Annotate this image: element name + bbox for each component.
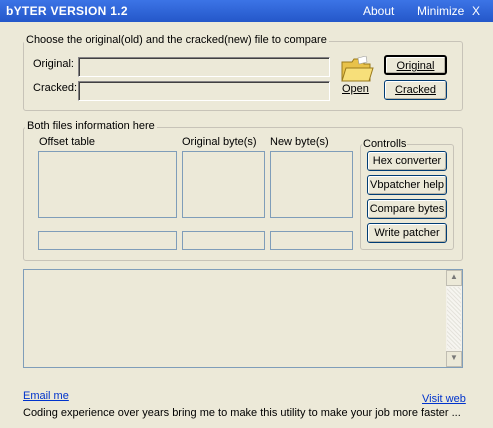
write-patcher-button[interactable]: Write patcher <box>367 223 447 243</box>
vbpatcher-help-button[interactable]: Vbpatcher help <box>367 175 447 195</box>
scroll-down-arrow-icon[interactable]: ▼ <box>446 351 462 367</box>
original-bytes-list[interactable] <box>182 151 265 218</box>
original-label: Original: <box>33 58 74 70</box>
scroll-track[interactable] <box>447 287 461 349</box>
cracked-field[interactable] <box>78 81 330 101</box>
open-label: Open <box>342 83 369 95</box>
cracked-label: Cracked: <box>33 82 78 94</box>
visit-web-link[interactable]: Visit web <box>422 393 466 405</box>
close-button[interactable]: X <box>472 4 480 18</box>
original-bytes-header: Original byte(s) <box>182 136 257 148</box>
new-bytes-header: New byte(s) <box>270 136 329 148</box>
info-group-legend: Both files information here <box>25 120 157 132</box>
compare-bytes-button[interactable]: Compare bytes <box>367 199 447 219</box>
log-scrollbar[interactable]: ▲ ▼ <box>446 270 462 367</box>
new-bytes-list[interactable] <box>270 151 353 218</box>
scroll-up-arrow-icon[interactable]: ▲ <box>446 270 462 286</box>
offset-table-header: Offset table <box>39 136 96 148</box>
hex-converter-button[interactable]: Hex converter <box>367 151 447 171</box>
email-link[interactable]: Email me <box>23 390 69 402</box>
original-field[interactable] <box>78 57 330 77</box>
original-button-label: Original <box>396 60 435 72</box>
offset-table-list[interactable] <box>38 151 177 218</box>
new-byte-field[interactable] <box>270 231 353 250</box>
tagline-text: Coding experience over years bring me to… <box>23 407 461 419</box>
folder-icon <box>341 56 374 82</box>
open-button[interactable]: Open <box>338 56 374 98</box>
original-button[interactable]: Original <box>384 55 447 75</box>
compare-group-legend: Choose the original(old) and the cracked… <box>24 34 329 46</box>
window-title: bYTER VERSION 1.2 <box>6 4 128 18</box>
offset-field[interactable] <box>38 231 177 250</box>
about-link[interactable]: About <box>363 4 394 18</box>
cracked-button-label: Cracked <box>395 84 436 96</box>
controls-legend: Controlls <box>362 138 408 150</box>
cracked-button[interactable]: Cracked <box>384 80 447 100</box>
original-byte-field[interactable] <box>182 231 265 250</box>
minimize-link[interactable]: Minimize <box>417 4 464 18</box>
title-bar[interactable]: bYTER VERSION 1.2 About Minimize X <box>0 0 493 22</box>
log-textarea[interactable]: ▲ ▼ <box>23 269 463 368</box>
